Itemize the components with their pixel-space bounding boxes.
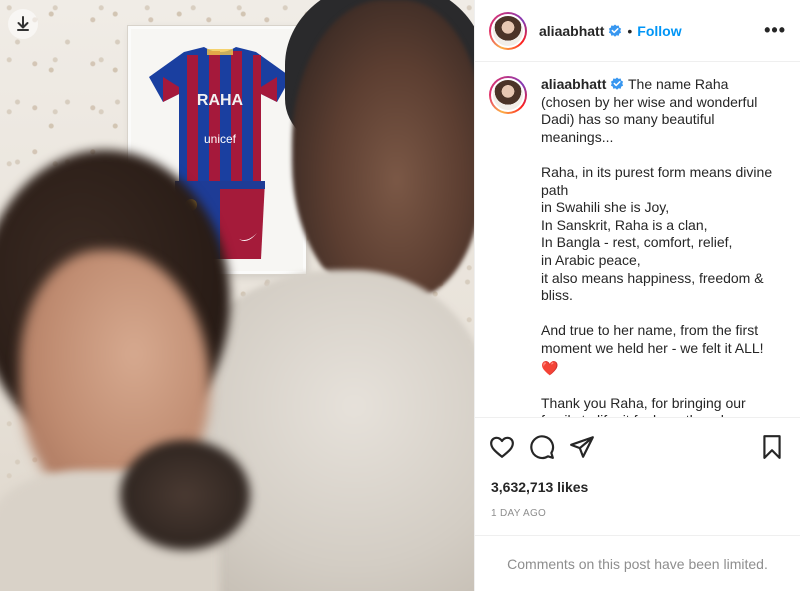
caption-line: Thank you Raha, for bringing our family … <box>541 394 753 417</box>
baby-head <box>120 440 250 550</box>
caption-line: In Bangla - rest, comfort, relief, <box>541 234 733 251</box>
caption: aliaabhatt The name Raha (chosen by her … <box>475 62 800 417</box>
heart-emoji: ❤️ <box>541 359 559 376</box>
separator-dot: • <box>627 22 633 39</box>
caption-line: in Arabic peace, <box>541 251 641 268</box>
follow-button[interactable]: Follow <box>637 23 681 39</box>
like-count[interactable]: 3,632,713 likes <box>475 479 800 495</box>
caption-blank <box>541 146 773 164</box>
avatar[interactable] <box>489 11 527 50</box>
action-bar <box>475 417 800 475</box>
download-button[interactable] <box>8 9 38 39</box>
comments-limited-notice: Comments on this post have been limited. <box>475 535 800 591</box>
person-head <box>292 0 474 300</box>
caption-blank <box>541 305 773 323</box>
caption-line: Raha, in its purest form means divine pa… <box>541 163 776 198</box>
caption-avatar[interactable] <box>489 76 527 114</box>
caption-line: it also means happiness, freedom & bliss… <box>541 269 768 304</box>
share-icon[interactable] <box>569 434 595 460</box>
caption-line: And true to her name, from the first mom… <box>541 322 764 356</box>
caption-blank <box>541 377 773 395</box>
username-link[interactable]: aliaabhatt <box>539 23 604 39</box>
post-photo[interactable]: RAHA unicef <box>0 0 474 591</box>
post-header: aliaabhatt • Follow ••• <box>475 0 800 62</box>
download-icon <box>17 16 29 31</box>
caption-line: In Sanskrit, Raha is a clan, <box>541 216 708 233</box>
bookmark-icon[interactable] <box>760 434 786 460</box>
verified-badge-icon <box>608 24 622 38</box>
post-sidebar: aliaabhatt • Follow ••• aliaabhatt The n… <box>474 0 800 591</box>
caption-text: aliaabhatt The name Raha (chosen by her … <box>541 76 773 417</box>
comment-icon[interactable] <box>529 434 555 460</box>
verified-badge-icon <box>610 77 624 91</box>
caption-line: in Swahili she is Joy, <box>541 199 670 216</box>
jersey-graphic: RAHA unicef <box>149 47 291 182</box>
jersey-sponsor: unicef <box>204 132 237 146</box>
heart-icon[interactable] <box>489 434 515 460</box>
jersey-text: RAHA <box>197 92 244 109</box>
caption-username[interactable]: aliaabhatt <box>541 76 606 92</box>
more-options-icon[interactable]: ••• <box>764 20 786 41</box>
post-timestamp[interactable]: 1 DAY AGO <box>475 508 800 519</box>
